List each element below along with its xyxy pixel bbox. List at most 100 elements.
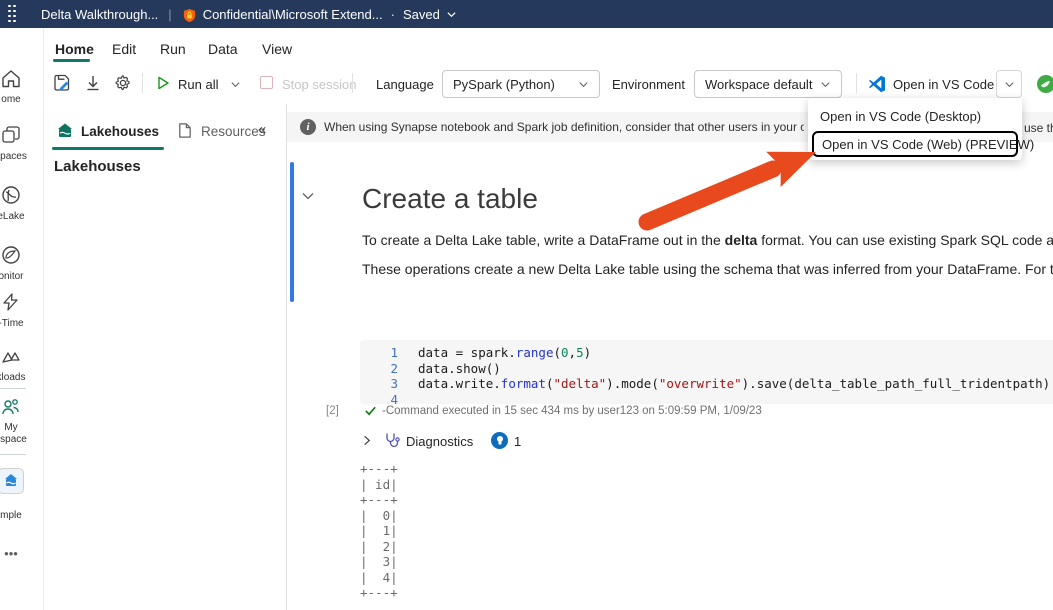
run-all-play-icon[interactable] bbox=[155, 75, 175, 95]
line-number: 4 bbox=[390, 391, 398, 405]
document-icon bbox=[176, 122, 194, 140]
diagnostics-label[interactable]: Diagnostics bbox=[406, 434, 473, 449]
code-cell[interactable]: 1 data = spark.range(0,5) 2 data.show() 3 dat… bbox=[360, 340, 1053, 404]
selected-cell-indicator bbox=[290, 162, 294, 302]
banner-text: When using Synapse notebook and Spark jo… bbox=[324, 120, 804, 134]
nav-workloads-label[interactable]: kloads bbox=[0, 372, 42, 383]
vscode-split-chevron-icon bbox=[1004, 81, 1014, 87]
nav-workspaces-icon[interactable] bbox=[0, 124, 42, 151]
nav-workloads-icon[interactable] bbox=[0, 346, 42, 373]
stop-session-button: Stop session bbox=[282, 77, 357, 92]
nav-monitor-icon[interactable] bbox=[0, 244, 42, 271]
nav-workspaces-label[interactable]: spaces bbox=[0, 151, 42, 162]
collapse-section-chevron-icon[interactable] bbox=[300, 188, 316, 204]
line-number: 2 bbox=[390, 360, 398, 376]
menu-item-vscode-desktop[interactable]: Open in VS Code (Desktop) bbox=[820, 109, 981, 124]
open-in-vscode-label: Open in VS Code bbox=[893, 76, 995, 92]
saved-chevron-icon[interactable] bbox=[446, 9, 457, 20]
nav-monitor-label[interactable]: onitor bbox=[0, 271, 42, 282]
cell-output: +---+ | id| +---+ | 0| | 1| | 2| | 3| | … bbox=[360, 461, 398, 600]
execution-count: [2] bbox=[326, 405, 339, 417]
settings-gear-icon[interactable] bbox=[113, 73, 133, 93]
language-label: Language bbox=[376, 77, 434, 92]
vscode-dropdown-menu: Open in VS Code (Desktop) Open in VS Cod… bbox=[808, 98, 1034, 160]
line-number: 3 bbox=[390, 376, 398, 391]
session-status-icon[interactable] bbox=[1036, 74, 1053, 94]
run-all-button[interactable]: Run all bbox=[178, 77, 218, 92]
tab-lakehouses-label: Lakehouses bbox=[81, 123, 160, 139]
environment-label: Environment bbox=[612, 77, 685, 92]
menu-run[interactable]: Run bbox=[160, 41, 186, 57]
nav-realtime-icon[interactable] bbox=[0, 291, 42, 318]
save-icon[interactable] bbox=[52, 73, 72, 93]
nav-more-icon[interactable]: ••• bbox=[0, 546, 42, 561]
success-check-icon bbox=[364, 404, 377, 417]
tab-lakehouses[interactable]: Lakehouses bbox=[56, 122, 159, 140]
notebook-title[interactable]: Delta Walkthrough... bbox=[41, 7, 158, 22]
saved-status[interactable]: Saved bbox=[403, 7, 440, 22]
toolbar-separator bbox=[352, 73, 353, 93]
tab-resources-label: Resources bbox=[201, 123, 266, 139]
nav-my-workspace-label-2[interactable]: kspace bbox=[0, 434, 42, 445]
markdown-paragraph-1: To create a Delta Lake table, write a Da… bbox=[362, 232, 1053, 248]
nav-realtime-label[interactable]: -Time bbox=[0, 318, 42, 329]
language-value: PySpark (Python) bbox=[453, 76, 555, 92]
left-nav-rail: ome spaces eLake onitor -Time kloads My … bbox=[0, 28, 44, 610]
sensitivity-shield-icon bbox=[182, 8, 197, 23]
nav-my-workspace-label-1[interactable]: My bbox=[0, 422, 42, 433]
rail-separator bbox=[0, 388, 26, 389]
nav-onelake-label[interactable]: eLake bbox=[0, 211, 42, 222]
active-menu-underline bbox=[53, 59, 90, 62]
lakehouse-icon bbox=[56, 122, 74, 140]
panel-heading: Lakehouses bbox=[54, 158, 141, 175]
vscode-logo-icon bbox=[868, 75, 886, 93]
top-bar: Delta Walkthrough... | Confidential\Micr… bbox=[0, 0, 1053, 28]
nav-sample-label[interactable]: mple bbox=[0, 510, 42, 521]
markdown-paragraph-2: These operations create a new Delta Lake… bbox=[362, 261, 1053, 277]
collapse-panel-icon[interactable]: « bbox=[258, 121, 266, 138]
diagnostics-count: 1 bbox=[514, 434, 522, 449]
run-all-chevron-icon[interactable] bbox=[230, 79, 250, 99]
language-select[interactable]: PySpark (Python) bbox=[442, 70, 600, 98]
open-in-vscode-dropdown-toggle[interactable] bbox=[996, 70, 1022, 98]
menu-home[interactable]: Home bbox=[55, 41, 94, 57]
code-line[interactable]: 2 data.show() bbox=[360, 361, 1053, 377]
import-icon[interactable] bbox=[83, 73, 103, 93]
language-chevron-icon bbox=[579, 81, 588, 87]
code-line[interactable]: 3 data.write.format("delta").mode("overwr… bbox=[360, 376, 1053, 392]
app-launcher-icon[interactable] bbox=[8, 4, 17, 24]
tab-resources[interactable]: Resources bbox=[176, 122, 266, 140]
code-lines: 1 data = spark.range(0,5) 2 data.show() 3 dat… bbox=[360, 345, 1053, 404]
p1-text: format. You can use existing Spark SQL c… bbox=[761, 232, 1053, 248]
p1-text: To create a Delta Lake table, write a Da… bbox=[362, 232, 725, 248]
execution-status: -Command executed in 15 sec 434 ms by us… bbox=[382, 405, 762, 417]
environment-select[interactable]: Workspace default bbox=[694, 70, 842, 98]
nav-sample-lakehouse-icon[interactable] bbox=[0, 468, 42, 495]
open-in-vscode-button[interactable]: Open in VS Code bbox=[868, 70, 994, 98]
nav-home-icon[interactable] bbox=[0, 68, 42, 95]
toolbar-separator bbox=[142, 73, 143, 93]
sensitivity-label[interactable]: Confidential\Microsoft Extend... bbox=[203, 7, 383, 22]
code-line[interactable]: 4 bbox=[360, 392, 1053, 405]
active-tab-underline bbox=[52, 147, 164, 150]
nav-home-label[interactable]: ome bbox=[0, 94, 42, 105]
topbar-dot: · bbox=[390, 6, 395, 22]
rail-separator bbox=[0, 454, 26, 455]
lightbulb-badge-icon[interactable] bbox=[491, 432, 508, 449]
diagnostics-expand-chevron-icon[interactable] bbox=[360, 434, 374, 448]
banner-text-fragment: use the bbox=[1024, 121, 1053, 135]
section-heading: Create a table bbox=[362, 183, 538, 214]
info-icon: i bbox=[300, 119, 316, 135]
menu-view[interactable]: View bbox=[262, 41, 292, 57]
code-line[interactable]: 1 data = spark.range(0,5) bbox=[360, 345, 1053, 361]
nav-onelake-icon[interactable] bbox=[0, 184, 42, 211]
nav-my-workspace-icon[interactable] bbox=[0, 396, 42, 423]
line-number: 1 bbox=[390, 345, 398, 360]
menu-item-vscode-web[interactable]: Open in VS Code (Web) (PREVIEW) bbox=[822, 137, 1034, 152]
highlight-box: Open in VS Code (Web) (PREVIEW) bbox=[812, 131, 1034, 157]
menu-data[interactable]: Data bbox=[208, 41, 238, 57]
topbar-divider: | bbox=[168, 6, 172, 22]
environment-chevron-icon bbox=[821, 81, 830, 87]
menu-edit[interactable]: Edit bbox=[112, 41, 136, 57]
environment-value: Workspace default bbox=[705, 76, 813, 92]
